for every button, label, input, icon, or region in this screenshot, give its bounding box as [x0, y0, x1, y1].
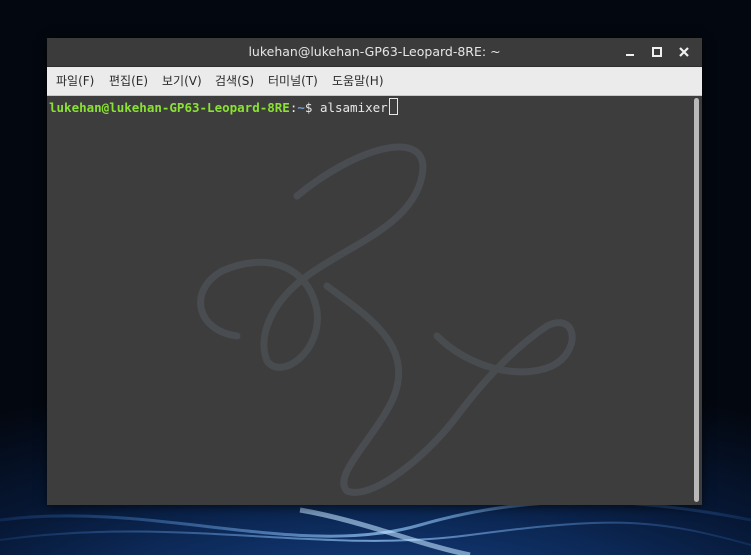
- terminal-line: lukehan@lukehan-GP63-Leopard-8RE:~$ alsa…: [49, 98, 398, 116]
- menu-edit[interactable]: 편집(E): [109, 67, 148, 95]
- close-icon: [679, 47, 689, 57]
- menu-help[interactable]: 도움말(H): [332, 67, 384, 95]
- maximize-icon: [652, 47, 662, 57]
- menu-view[interactable]: 보기(V): [162, 67, 202, 95]
- prompt-symbol: $: [304, 100, 320, 115]
- prompt-path: ~: [297, 100, 305, 115]
- maximize-button[interactable]: [648, 43, 666, 61]
- menu-terminal[interactable]: 터미널(T): [268, 67, 318, 95]
- scrollbar-thumb[interactable]: [694, 98, 699, 502]
- minimize-icon: [626, 54, 634, 56]
- terminal-area[interactable]: lukehan@lukehan-GP63-Leopard-8RE:~$ alsa…: [47, 96, 692, 505]
- text-cursor: [388, 98, 398, 115]
- menu-search[interactable]: 검색(S): [215, 67, 254, 95]
- minimize-button[interactable]: [621, 43, 639, 61]
- window-titlebar[interactable]: lukehan@lukehan-GP63-Leopard-8RE: ~: [47, 38, 702, 67]
- terminal-window: lukehan@lukehan-GP63-Leopard-8RE: ~ 파일(F…: [47, 38, 702, 505]
- window-title: lukehan@lukehan-GP63-Leopard-8RE: ~: [248, 44, 501, 59]
- vertical-scrollbar[interactable]: [692, 96, 702, 505]
- menubar: 파일(F) 편집(E) 보기(V) 검색(S) 터미널(T) 도움말(H): [47, 67, 702, 96]
- command-text: alsamixer: [319, 100, 388, 115]
- menu-file[interactable]: 파일(F): [56, 67, 94, 95]
- close-button[interactable]: [675, 43, 693, 61]
- background-logo: [197, 143, 576, 496]
- prompt-user: lukehan@lukehan-GP63-Leopard-8RE: [49, 100, 290, 115]
